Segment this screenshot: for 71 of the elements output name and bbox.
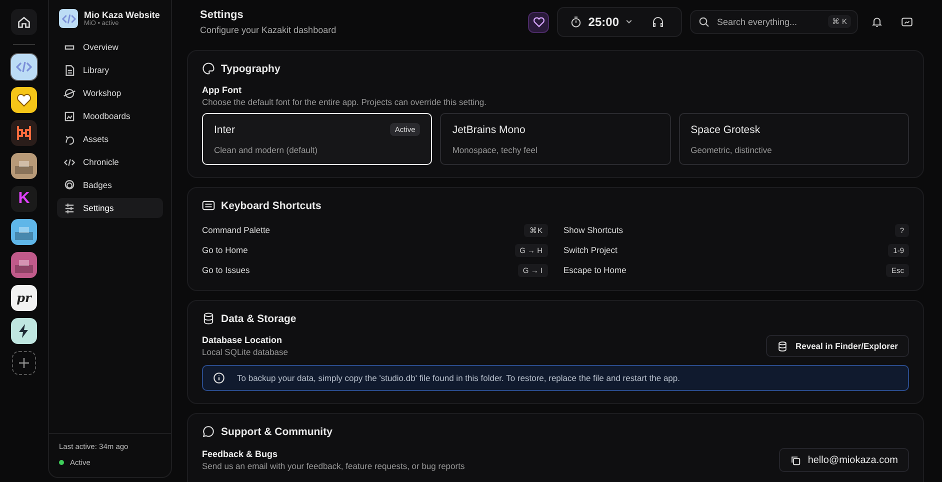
project-app-button[interactable]: pr: [11, 285, 37, 311]
setting-label: Database Location: [202, 335, 284, 345]
nav-icon: [63, 202, 76, 214]
section-title: Data & Storage: [221, 312, 296, 324]
project-app-button[interactable]: [11, 219, 37, 245]
project-name: Mio Kaza Website: [84, 10, 160, 20]
section-title: Typography: [221, 62, 280, 74]
nav-icon: [63, 178, 76, 192]
font-option[interactable]: Space Grotesk Geometric, distinctive: [678, 113, 909, 165]
home-button[interactable]: [11, 9, 37, 35]
sidebar-item[interactable]: Workshop: [57, 83, 163, 103]
info-text: To backup your data, simply copy the 'studio.db' file found in this folder. To restore, replace the file and restart the app.: [237, 373, 680, 383]
sidebar-item[interactable]: Library: [57, 60, 163, 80]
bell-icon: [871, 16, 883, 28]
section-title: Keyboard Shortcuts: [221, 200, 322, 212]
chat-bubble-icon: [202, 425, 215, 438]
shortcut-label: Go to Issues: [202, 265, 250, 275]
add-project-button[interactable]: [12, 351, 36, 375]
sidebar-item[interactable]: Assets: [57, 129, 163, 149]
heart-icon: [532, 16, 545, 28]
info-icon: [213, 372, 225, 384]
app-letter: K: [18, 190, 30, 208]
project-app-button[interactable]: [11, 318, 37, 344]
monitor-icon: [901, 16, 913, 28]
section-title: Support & Community: [221, 426, 332, 438]
page-subtitle: Configure your Kazakit dashboard: [200, 25, 336, 35]
timer-button[interactable]: 25:00: [570, 15, 633, 29]
project-app-button[interactable]: [11, 252, 37, 278]
app-letter: pr: [16, 291, 32, 305]
shortcut-label: Switch Project: [564, 245, 618, 255]
search-icon: [698, 16, 710, 28]
copy-icon: [790, 454, 801, 466]
nav-icon: [63, 110, 76, 122]
headphones-icon: [652, 16, 664, 28]
plus-icon: [19, 358, 29, 368]
setting-label: App Font: [202, 85, 242, 95]
sidebar-item[interactable]: Chronicle: [57, 152, 163, 172]
heart-icon: [16, 92, 32, 108]
shortcut-label: Command Palette: [202, 225, 270, 235]
nav-icon: [63, 64, 76, 76]
frame-icon: [15, 124, 33, 142]
font-option[interactable]: JetBrains Mono Monospace, techy feel: [440, 113, 671, 165]
palette-icon: [202, 62, 215, 75]
setting-description: Choose the default font for the entire app. Projects can override this setting.: [202, 97, 488, 107]
database-icon: [202, 312, 215, 325]
project-app-button[interactable]: [11, 54, 37, 80]
project-app-button[interactable]: [11, 120, 37, 146]
project-app-button[interactable]: [11, 153, 37, 179]
project-app-button[interactable]: K: [11, 186, 37, 212]
nav-icon: [63, 86, 76, 100]
home-icon: [17, 15, 31, 29]
shortcut-label: Show Shortcuts: [564, 225, 624, 235]
chevron-down-icon: [625, 18, 633, 26]
sidebar-item[interactable]: Overview: [57, 37, 163, 57]
keyboard-icon: [202, 199, 215, 212]
sidebar-item[interactable]: Badges: [57, 175, 163, 195]
sidebar-item[interactable]: Moodboards: [57, 106, 163, 126]
project-app-button[interactable]: [11, 87, 37, 113]
shortcut-label: Go to Home: [202, 245, 248, 255]
stopwatch-icon: [570, 16, 582, 28]
email-button[interactable]: hello@miokaza.com: [778, 448, 909, 472]
code-icon: [16, 59, 32, 75]
favorite-button[interactable]: [528, 12, 550, 32]
database-icon: [777, 340, 788, 352]
setting-description: Send us an email with your feedback, feature requests, or bug reports: [202, 461, 465, 471]
setting-description: Local SQLite database: [202, 347, 288, 357]
shortcut-label: Escape to Home: [564, 265, 626, 275]
sidebar-item[interactable]: Settings: [57, 198, 163, 218]
setting-label: Feedback & Bugs: [202, 449, 279, 459]
reveal-button[interactable]: Reveal in Finder/Explorer: [766, 335, 909, 357]
page-title: Settings: [200, 9, 244, 21]
